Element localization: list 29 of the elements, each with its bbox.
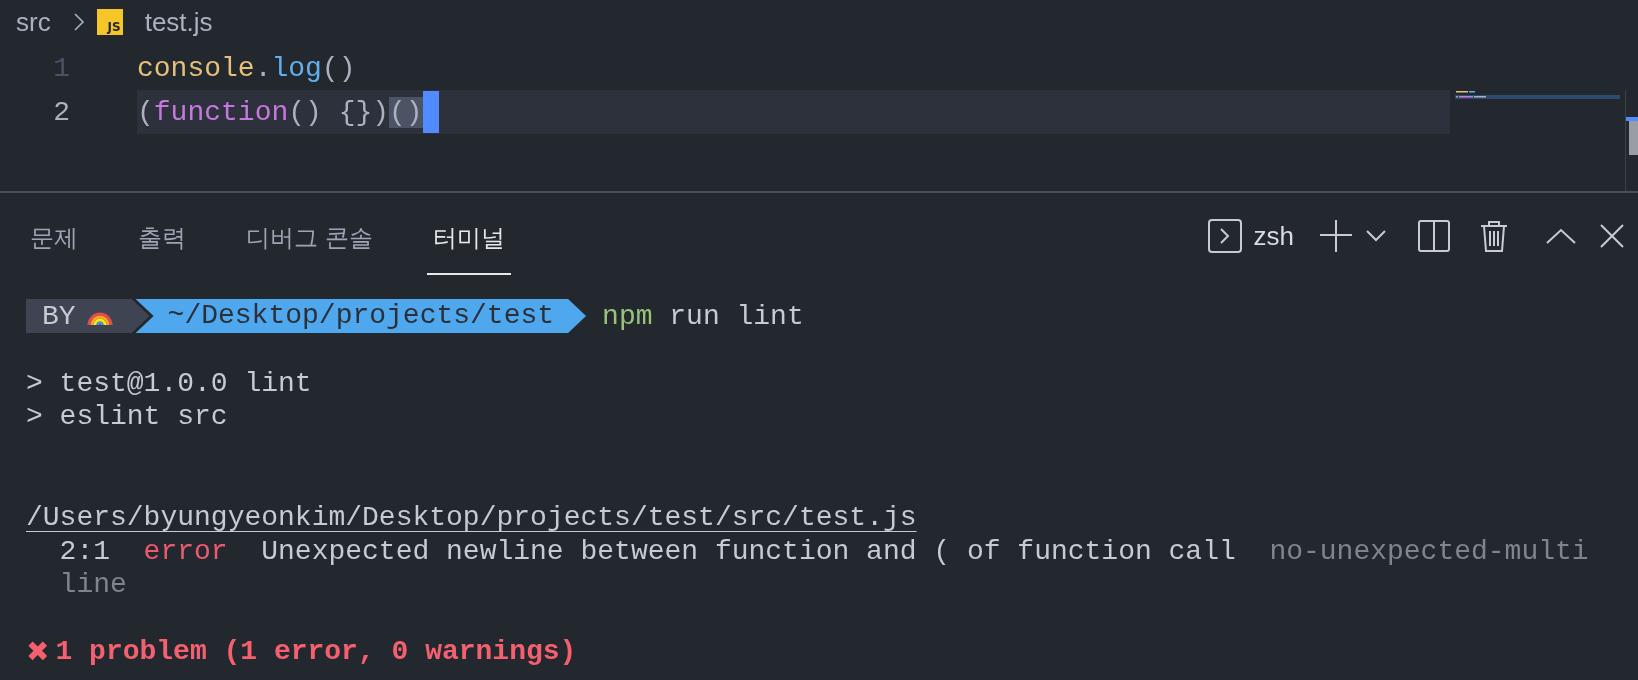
breadcrumb-item[interactable]: test.js: [144, 6, 213, 38]
close-icon[interactable]: [1600, 224, 1624, 248]
panel-tab[interactable]: 출력: [132, 211, 192, 275]
chevron-down-icon[interactable]: [1366, 230, 1386, 242]
breadcrumb-item[interactable]: src: [16, 6, 51, 38]
panel-tab[interactable]: 문제: [24, 211, 84, 275]
trash-icon[interactable]: [1480, 220, 1508, 252]
split-icon[interactable]: [1418, 220, 1450, 252]
error-icon: ✖: [26, 635, 50, 669]
chevron-right-icon: [72, 12, 85, 32]
code-line: console.log(): [137, 52, 356, 84]
panel-tab[interactable]: 터미널: [426, 211, 511, 275]
js-file-icon: JS: [96, 9, 123, 35]
terminal-icon[interactable]: [1207, 219, 1242, 253]
chevron-up-icon[interactable]: [1546, 228, 1576, 244]
line-number: 2: [52, 96, 70, 128]
panel-tab[interactable]: 디버그 콘솔: [240, 211, 379, 275]
problem-summary: 1 problem (1 error, 0 warnings): [55, 635, 577, 669]
code-line: (function() {})(): [137, 96, 423, 128]
terminal-output-line: > eslint src: [26, 401, 228, 433]
file-path: /Users/byungyeonkim/Desktop/projects/test/src/test.js: [26, 501, 917, 533]
lint-problem: 2:1 error Unexpected newline between function and ( of function call no-unexpected-multiline: [59, 534, 1590, 602]
prompt-user: BY: [42, 300, 76, 332]
prompt-path: ~/Desktop/projects/test: [135, 299, 587, 333]
text-cursor: [422, 91, 439, 133]
plus-icon[interactable]: [1320, 220, 1352, 252]
terminal-command: npm run lint: [602, 300, 804, 332]
terminal-name[interactable]: zsh: [1253, 220, 1294, 252]
terminal-output-line: > test@1.0.0 lint: [26, 367, 312, 399]
